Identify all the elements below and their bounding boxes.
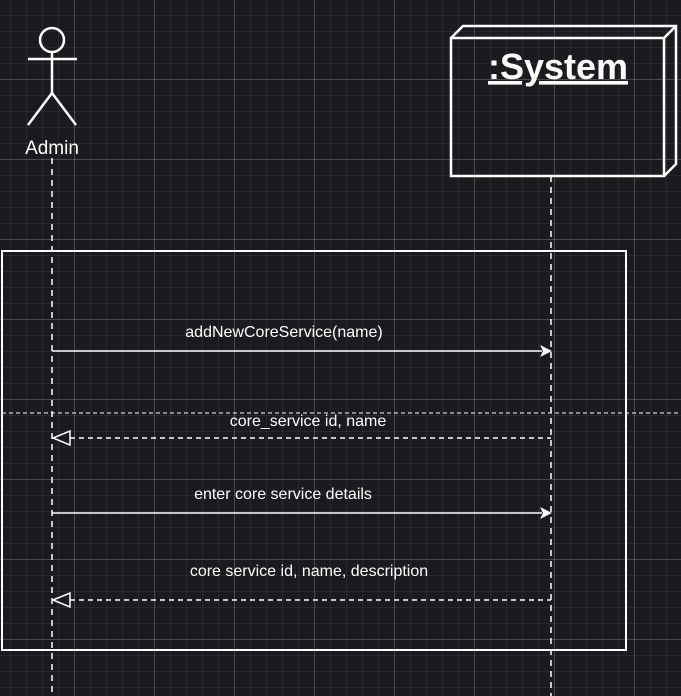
actor-figure[interactable] — [27, 26, 77, 126]
sequence-diagram: Admin :System addNewCoreService(name) co… — [1, 24, 681, 696]
message-label-1: addNewCoreService(name) — [185, 324, 382, 341]
message-label-3: enter core service details — [194, 486, 372, 503]
system-node-edge — [663, 25, 677, 39]
message-label-4: core service id, name, description — [190, 563, 428, 580]
message-label-2: core_service id, name — [230, 413, 387, 430]
arrowhead-4 — [51, 591, 71, 609]
actor-left-leg — [27, 92, 53, 126]
arrowhead-2 — [51, 429, 71, 447]
system-title: :System — [488, 46, 628, 87]
actor-head — [38, 26, 66, 54]
actor-name: Admin — [25, 138, 79, 159]
fragment-frame[interactable] — [1, 250, 627, 651]
actor-right-leg — [51, 92, 77, 126]
